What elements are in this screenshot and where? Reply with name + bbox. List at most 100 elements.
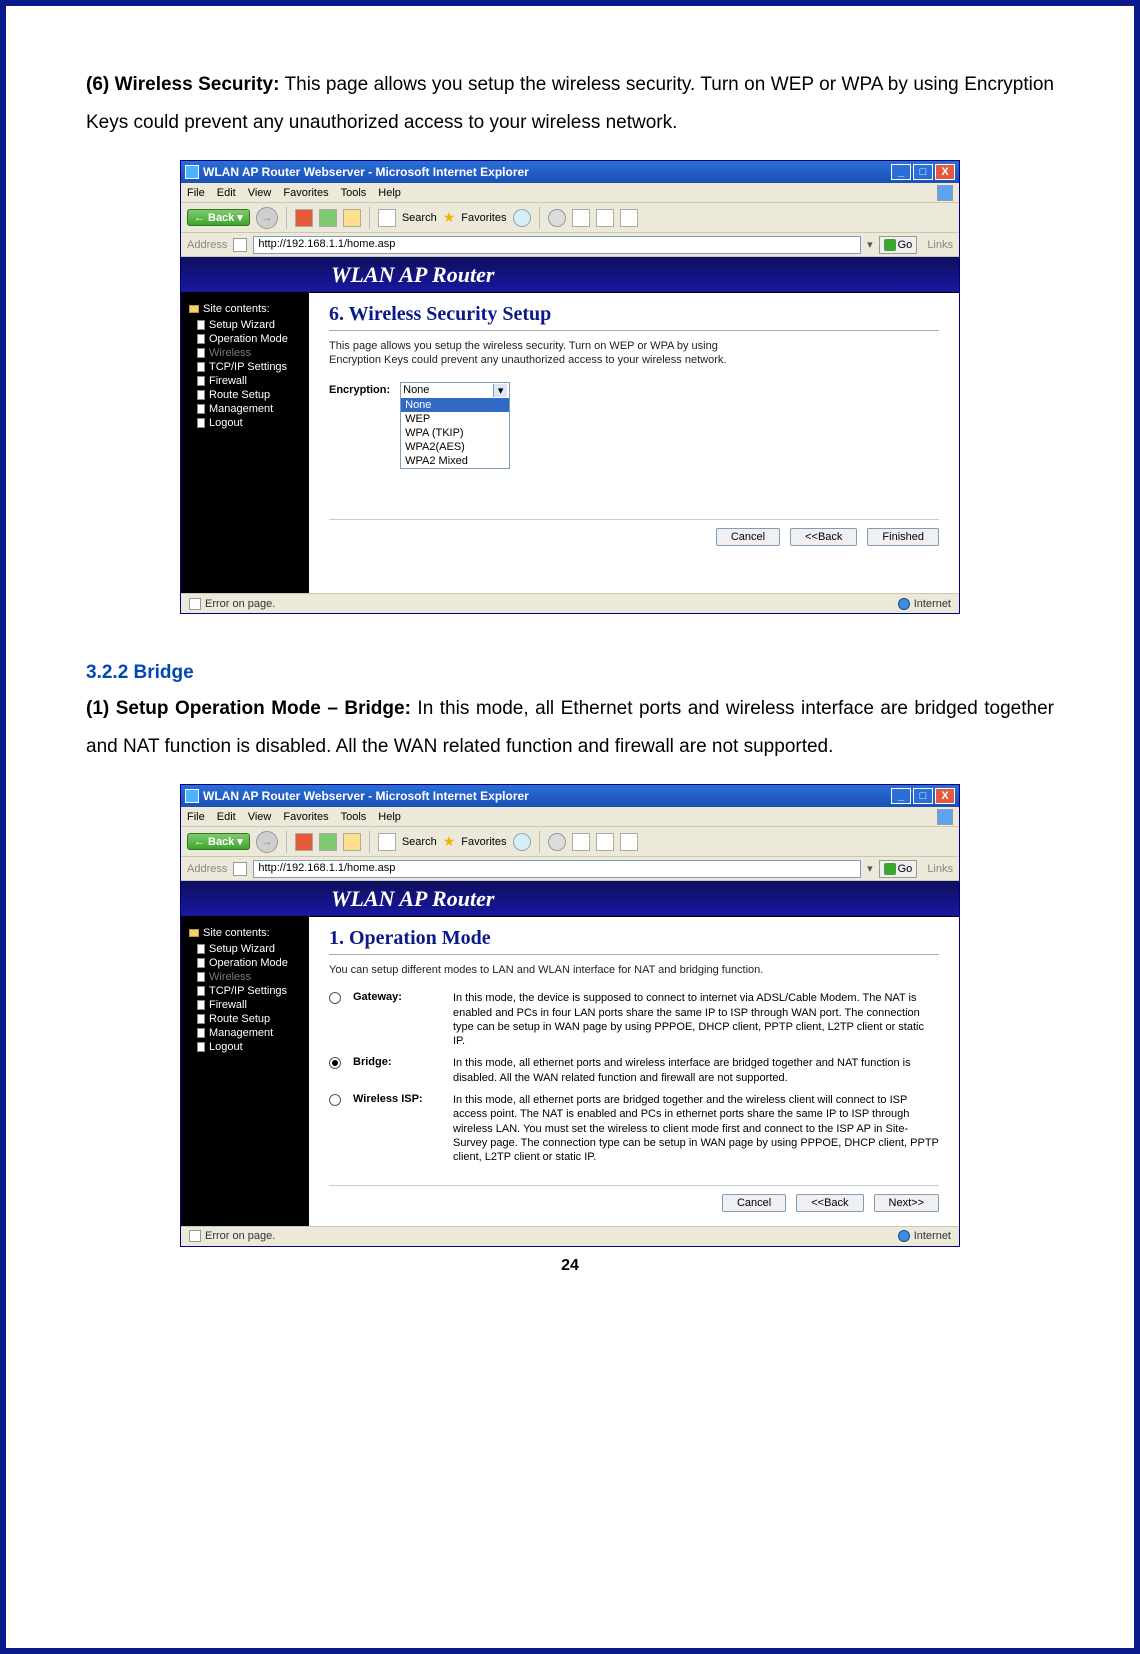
sidebar-item-wireless[interactable]: Wireless [197,971,305,983]
close-button[interactable]: X [935,788,955,804]
stop-icon[interactable] [295,209,313,227]
maximize-button[interactable]: □ [913,164,933,180]
close-button[interactable]: X [935,164,955,180]
encryption-select[interactable]: None▾ None WEP WPA (TKIP) WPA2(AES) WPA2… [400,382,510,469]
sidebar-item-setup-wizard[interactable]: Setup Wizard [197,943,305,955]
print-icon[interactable] [596,833,614,851]
favorites-icon[interactable]: ★ [443,209,456,226]
gear-icon[interactable] [548,833,566,851]
stop-icon[interactable] [295,833,313,851]
favorites-label[interactable]: Favorites [461,212,506,224]
url-input[interactable]: http://192.168.1.1/home.asp [253,860,861,878]
maximize-button[interactable]: □ [913,788,933,804]
encryption-option[interactable]: WPA2(AES) [401,440,509,454]
minimize-button[interactable]: _ [891,788,911,804]
back-button[interactable]: <<Back [790,528,857,546]
mail-icon[interactable] [572,833,590,851]
window-title: WLAN AP Router Webserver - Microsoft Int… [203,165,529,179]
history-icon[interactable] [513,833,531,851]
radio-icon[interactable] [329,992,341,1004]
forward-button[interactable]: → [256,831,278,853]
links-label[interactable]: Links [927,239,953,251]
url-dropdown-icon[interactable]: ▾ [867,238,873,251]
minimize-button[interactable]: _ [891,164,911,180]
menu-help[interactable]: Help [378,811,401,823]
search-icon[interactable] [378,209,396,227]
url-dropdown-icon[interactable]: ▾ [867,862,873,875]
sidebar-item-wireless[interactable]: Wireless [197,347,305,359]
print-icon[interactable] [596,209,614,227]
menu-file[interactable]: File [187,811,205,823]
sidebar-item-management[interactable]: Management [197,1027,305,1039]
radio-icon[interactable] [329,1057,341,1069]
mode-bridge[interactable]: Bridge: In this mode, all ethernet ports… [329,1056,939,1085]
cancel-button[interactable]: Cancel [716,528,780,546]
encryption-option[interactable]: WEP [401,412,509,426]
mode-name: Bridge: [353,1056,441,1068]
sidebar-item-logout[interactable]: Logout [197,1041,305,1053]
encryption-option[interactable]: WPA (TKIP) [401,426,509,440]
mode-gateway[interactable]: Gateway: In this mode, the device is sup… [329,991,939,1048]
forward-button[interactable]: → [256,207,278,229]
search-label[interactable]: Search [402,836,437,848]
links-label[interactable]: Links [927,863,953,875]
menu-tools[interactable]: Tools [341,187,367,199]
edit-icon[interactable] [620,209,638,227]
home-icon[interactable] [343,209,361,227]
radio-icon[interactable] [329,1094,341,1106]
menubar: File Edit View Favorites Tools Help [181,183,959,203]
mode-wireless-isp[interactable]: Wireless ISP: In this mode, all ethernet… [329,1093,939,1164]
url-input[interactable]: http://192.168.1.1/home.asp [253,236,861,254]
toolbar: ← Back ▾ → Search ★ Favorites [181,203,959,233]
sidebar-item-logout[interactable]: Logout [197,417,305,429]
mode-desc: In this mode, the device is supposed to … [453,991,939,1048]
menu-edit[interactable]: Edit [217,187,236,199]
menu-favorites[interactable]: Favorites [283,811,328,823]
finished-button[interactable]: Finished [867,528,939,546]
favorites-label[interactable]: Favorites [461,836,506,848]
menu-tools[interactable]: Tools [341,811,367,823]
back-button[interactable]: ← Back ▾ [187,833,250,850]
cancel-button[interactable]: Cancel [722,1194,786,1212]
search-label[interactable]: Search [402,212,437,224]
menu-edit[interactable]: Edit [217,811,236,823]
sidebar-item-operation-mode[interactable]: Operation Mode [197,333,305,345]
favorites-icon[interactable]: ★ [443,833,456,850]
next-button[interactable]: Next>> [874,1194,939,1212]
sidebar-item-tcpip[interactable]: TCP/IP Settings [197,985,305,997]
menu-view[interactable]: View [248,187,272,199]
sidebar-item-firewall[interactable]: Firewall [197,375,305,387]
sidebar-item-setup-wizard[interactable]: Setup Wizard [197,319,305,331]
page-description: This page allows you setup the wireless … [329,339,759,368]
menu-help[interactable]: Help [378,187,401,199]
gear-icon[interactable] [548,209,566,227]
menubar: File Edit View Favorites Tools Help [181,807,959,827]
sidebar-item-tcpip[interactable]: TCP/IP Settings [197,361,305,373]
menu-favorites[interactable]: Favorites [283,187,328,199]
history-icon[interactable] [513,209,531,227]
refresh-icon[interactable] [319,833,337,851]
back-button[interactable]: <<Back [796,1194,863,1212]
menu-file[interactable]: File [187,187,205,199]
refresh-icon[interactable] [319,209,337,227]
doc-icon [197,944,205,954]
edit-icon[interactable] [620,833,638,851]
sidebar-item-management[interactable]: Management [197,403,305,415]
encryption-option[interactable]: WPA2 Mixed [401,454,509,468]
mail-icon[interactable] [572,209,590,227]
status-text: Error on page. [205,1230,275,1242]
sidebar-item-route-setup[interactable]: Route Setup [197,389,305,401]
statusbar: Error on page. Internet [181,593,959,613]
sidebar-item-operation-mode[interactable]: Operation Mode [197,957,305,969]
menu-view[interactable]: View [248,811,272,823]
chevron-down-icon[interactable]: ▾ [493,384,507,397]
sidebar-item-route-setup[interactable]: Route Setup [197,1013,305,1025]
encryption-option[interactable]: None [401,398,509,412]
back-button[interactable]: ← Back ▾ [187,209,250,226]
doc-icon [197,390,205,400]
sidebar-item-firewall[interactable]: Firewall [197,999,305,1011]
go-button[interactable]: Go [879,236,918,254]
go-button[interactable]: Go [879,860,918,878]
search-icon[interactable] [378,833,396,851]
home-icon[interactable] [343,833,361,851]
